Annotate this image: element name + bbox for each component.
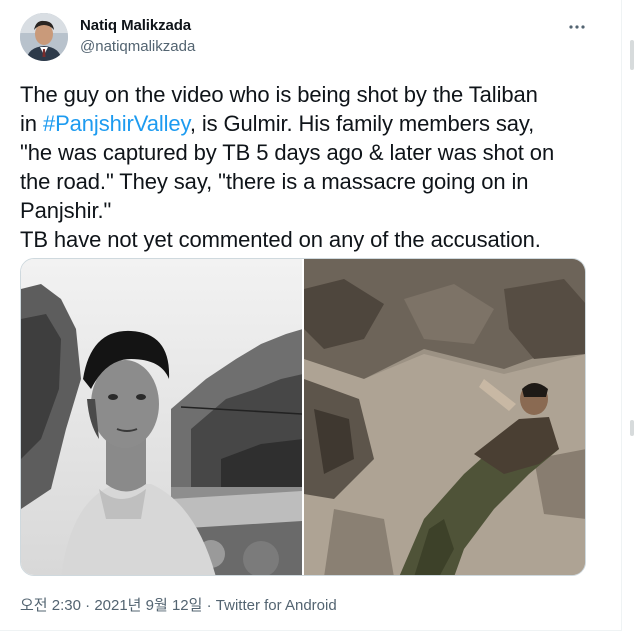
author-handle[interactable]: @natiqmalikzada [80, 38, 195, 55]
media-grid [20, 258, 586, 576]
avatar-photo-icon [20, 13, 68, 61]
author-name[interactable]: Natiq Malikzada [80, 17, 191, 34]
tweet-line: Panjshir." [20, 198, 112, 223]
tweet-time[interactable]: 오전 2:30 [20, 597, 81, 614]
tweet-text: The guy on the video who is being shot b… [20, 80, 610, 254]
tweet-line: "he was captured by TB 5 days ago & late… [20, 140, 555, 165]
media-video-right[interactable] [304, 259, 585, 575]
tweet-text-segment: in [20, 111, 43, 136]
scrollbar-mark [630, 420, 634, 436]
meta-separator: · [80, 597, 95, 614]
video-still-icon [304, 259, 585, 575]
tweet-line: in #PanjshirValley, is Gulmir. His famil… [20, 109, 610, 138]
scrollbar-track[interactable] [626, 0, 636, 631]
meta-separator: · [202, 597, 216, 614]
tweet-line: the road." They say, "there is a massacr… [20, 169, 529, 194]
author-avatar[interactable] [20, 13, 68, 61]
photo-man-mountains-icon [21, 259, 302, 575]
scrollbar-mark [630, 40, 634, 70]
tweet-line: TB have not yet commented on any of the … [20, 227, 541, 252]
tweet-source[interactable]: Twitter for Android [216, 597, 337, 614]
tweet-card: Natiq Malikzada @natiqmalikzada The guy … [0, 0, 636, 631]
more-options-button[interactable] [563, 13, 591, 41]
card-border-right [621, 0, 622, 631]
hashtag-link[interactable]: #PanjshirValley [43, 111, 190, 136]
media-photo-left[interactable] [21, 259, 302, 575]
ellipsis-icon [569, 25, 585, 29]
tweet-meta: 오전 2:30 · 2021년 9월 12일 · Twitter for And… [20, 594, 337, 615]
tweet-text-segment: , is Gulmir. His family members say, [189, 111, 535, 136]
tweet-line: The guy on the video who is being shot b… [20, 82, 538, 107]
tweet-date[interactable]: 2021년 9월 12일 [94, 597, 202, 614]
